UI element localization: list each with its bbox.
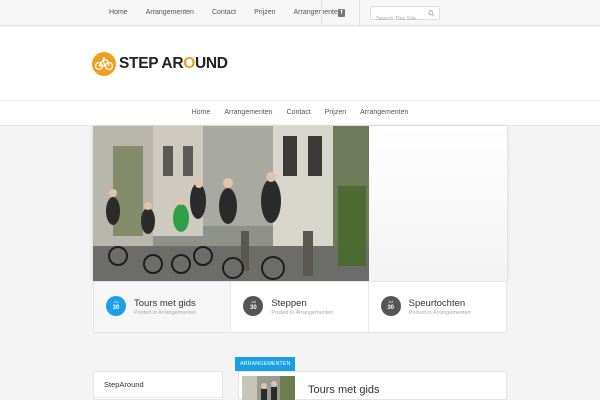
- facebook-icon[interactable]: f: [338, 9, 345, 17]
- search-box: [370, 6, 440, 25]
- date-badge: Jul 30: [243, 296, 264, 316]
- divider: [94, 397, 224, 398]
- card-steppen[interactable]: Jul 30 Steppen Posted in Arrangementen: [231, 282, 369, 332]
- top-nav: Home Arrangementen Contact Prijzen Arran…: [100, 0, 351, 26]
- post-preview: Tours met gids: [238, 371, 507, 400]
- post-thumbnail[interactable]: [242, 376, 295, 400]
- top-nav-prijzen[interactable]: Prijzen: [245, 0, 284, 26]
- divider: [321, 0, 322, 26]
- sidebar-widget: StepAround: [93, 371, 224, 400]
- sidebar-title: StepAround: [104, 380, 144, 389]
- date-badge: Jul 30: [380, 296, 401, 316]
- top-nav-contact[interactable]: Contact: [203, 0, 245, 26]
- post-title[interactable]: Tours met gids: [308, 384, 380, 396]
- card-title[interactable]: Tours met gids: [134, 298, 196, 309]
- site-header: STEP AROUND: [0, 27, 600, 100]
- featured-slider: [93, 126, 507, 281]
- card-meta: Posted in Arrangementen: [408, 310, 471, 316]
- featured-cards: Jul 30 Tours met gids Posted in Arrangem…: [93, 281, 507, 333]
- category-tag[interactable]: ARRANGEMENTEN: [235, 357, 296, 371]
- card-meta: Posted in Arrangementen: [271, 310, 334, 316]
- main-nav-prijzen[interactable]: Prijzen: [318, 101, 353, 125]
- top-bar: Home Arrangementen Contact Prijzen Arran…: [0, 0, 600, 26]
- main-nav-home[interactable]: Home: [185, 101, 218, 125]
- slider-photo[interactable]: [93, 126, 369, 281]
- top-nav-home[interactable]: Home: [100, 0, 137, 26]
- date-badge: Jul 30: [106, 296, 126, 316]
- search-icon[interactable]: [428, 10, 435, 17]
- site-logo[interactable]: STEP AROUND: [92, 52, 228, 76]
- divider: [359, 0, 360, 26]
- slider-side-panel: [369, 126, 507, 281]
- bike-logo-icon: [92, 52, 116, 76]
- top-nav-arrangementen[interactable]: Arrangementen: [137, 0, 203, 26]
- main-nav: Home Arrangementen Contact Prijzen Arran…: [0, 100, 600, 126]
- card-title[interactable]: Speurtochten: [409, 298, 466, 309]
- card-meta: Posted in Arrangementen: [134, 310, 197, 316]
- main-nav-arrangementen[interactable]: Arrangementen: [217, 101, 279, 125]
- card-title[interactable]: Steppen: [271, 298, 306, 309]
- search-input[interactable]: [371, 13, 427, 25]
- logo-text: STEP AROUND: [119, 55, 228, 72]
- card-speurtochten[interactable]: Jul 30 Speurtochten Posted in Arrangemen…: [369, 282, 506, 332]
- card-tours-met-gids[interactable]: Jul 30 Tours met gids Posted in Arrangem…: [94, 282, 232, 332]
- main-nav-contact[interactable]: Contact: [280, 101, 318, 125]
- main-nav-arrangementen-2[interactable]: Arrangementen: [353, 101, 415, 125]
